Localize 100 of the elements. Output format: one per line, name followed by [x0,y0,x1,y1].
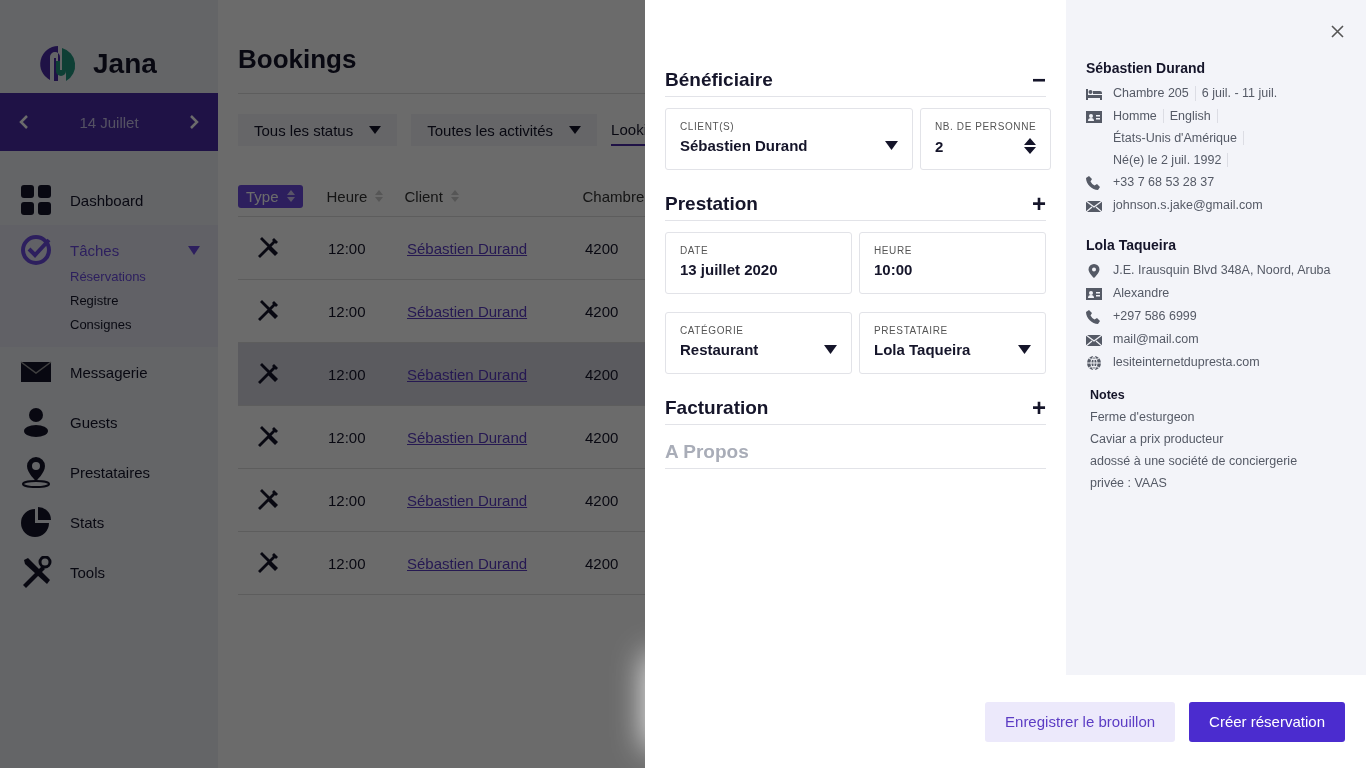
time-cell-text: 12:00 [328,239,367,257]
time-cell-text: 12:00 [328,491,367,509]
time-cell-text: 12:00 [328,302,367,320]
close-icon[interactable] [1331,25,1344,38]
contact-detail: mail@mail.com [1113,332,1199,347]
nav-item[interactable]: Stats [0,497,218,547]
utensils-icon [256,300,278,322]
toggle-icon[interactable]: + [1032,190,1046,218]
field-label: DATE [680,245,710,256]
client-link[interactable]: Sébastien Durand [407,554,528,572]
caret-down-icon [569,126,582,134]
note-line: Ferme d'esturgeon [1090,410,1196,424]
client-link[interactable]: Sébastien Durand [407,491,528,509]
id-card-icon [1086,110,1102,124]
envelope-icon [1086,199,1102,213]
field-value: Lola Taqueira [874,341,971,358]
stepper-icon[interactable] [1024,137,1037,155]
dropdown-field[interactable]: PRESTATAIRE Lola Taqueira [859,312,1046,374]
nav-item[interactable]: Tools [0,547,218,597]
dropdown-field[interactable]: CLIENT(S) Sébastien Durand [665,108,913,170]
section-header[interactable]: Prestation + [665,188,1046,221]
nav-item[interactable]: Prestataires [0,447,218,497]
time-cell-text: 12:00 [328,365,367,383]
column-header[interactable]: Chambre [582,187,645,205]
room-cell: 4200 [585,365,619,383]
contact-detail: Né(e) le 2 juil. 1992 [1113,153,1229,167]
current-date: 14 Juillet [79,113,139,131]
section-title: A Propos [665,441,749,463]
utensils-icon [256,237,278,259]
check-circle-icon [20,234,52,266]
field-value: Sébastien Durand [680,137,808,154]
contact-detail: Chambre 205 [1113,86,1196,101]
room-cell: 4200 [585,302,619,320]
nav-subitem[interactable]: Registre [70,289,218,313]
time-cell-text: 12:00 [328,428,367,446]
nav-item[interactable]: Messagerie [0,347,218,397]
dashboard-icon [20,184,52,216]
toggle-icon[interactable]: + [1032,394,1046,422]
field-value: 10:00 [874,261,913,278]
map-pin-icon [1086,264,1102,278]
contact-detail: États-Unis d'Amérique [1113,131,1244,145]
nav-item[interactable]: Guests [0,397,218,447]
field-label: NB. DE PERSONNE [935,121,1037,132]
save-draft-button[interactable]: Enregistrer le brouillon [985,701,1176,742]
field-value: 13 juillet 2020 [680,261,778,278]
chevron-right-icon[interactable] [189,115,199,129]
filter-dropdown[interactable]: Tous les status [238,114,398,146]
create-button[interactable]: Créer réservation [1189,701,1345,742]
sort-icon [286,189,295,203]
column-header[interactable]: Client [404,187,583,205]
time-cell-text: 12:00 [328,554,367,572]
map-pin-icon [20,456,52,488]
client-link[interactable]: Sébastien Durand [407,302,528,320]
field-label: CATÉGORIE [680,325,745,336]
field-label: HEURE [874,245,913,256]
chevron-left-icon[interactable] [19,115,29,129]
field-value: Restaurant [680,341,759,358]
dropdown-field[interactable]: CATÉGORIE Restaurant [665,312,852,374]
phone-icon [1086,310,1102,324]
input-field[interactable]: DATE 13 juillet 2020 [665,232,852,294]
nav-subitem[interactable]: Réservations [70,265,218,289]
room-cell: 4200 [585,491,619,509]
client-link[interactable]: Sébastien Durand [407,428,528,446]
section-title: Facturation [665,397,769,419]
utensils-icon [256,426,278,448]
section-header[interactable]: Facturation + [665,392,1046,425]
field-label: PRESTATAIRE [874,325,949,336]
contact-detail: Homme [1113,109,1164,123]
filter-dropdown[interactable]: Toutes les activités [411,114,598,146]
caret-down-icon [824,345,837,354]
client-link[interactable]: Sébastien Durand [407,365,528,383]
section-title: Bénéficiaire [665,69,773,91]
contact-detail: lesiteinternetdupresta.com [1113,355,1260,370]
notes-title: Notes [1090,388,1126,402]
contact-detail: +33 7 68 53 28 37 [1113,175,1215,190]
globe-icon [1086,356,1102,370]
room-cell: 4200 [585,428,619,446]
section-header[interactable]: Bénéficiaire − [665,64,1046,97]
nav-subitem[interactable]: Consignes [70,313,218,337]
note-line: privée : VAAS [1090,476,1168,490]
nav-item[interactable]: Dashboard [0,175,218,225]
id-card-icon [1086,287,1102,301]
number-field[interactable]: NB. DE PERSONNE 2 [920,108,1052,170]
contact-detail: johnson.s.jake@gmail.com [1113,198,1263,213]
client-link[interactable]: Sébastien Durand [407,239,528,257]
note-line: adossé à une société de conciergerie [1090,454,1299,468]
field-label: CLIENT(S) [680,121,736,132]
utensils-icon [256,489,278,511]
column-header[interactable]: Type [238,184,303,208]
brand-name: Jana [93,47,157,80]
contact-detail: Alexandre [1113,286,1170,301]
contact-name: Sébastien Durand [1086,60,1207,76]
input-field[interactable]: HEURE 10:00 [859,232,1046,294]
room-cell: 4200 [585,239,619,257]
column-header[interactable]: Heure [326,187,405,205]
caret-down-icon [1018,345,1031,354]
envelope-icon [1086,333,1102,347]
toggle-icon[interactable]: − [1032,66,1046,94]
contact-detail: J.E. Irausquin Blvd 348A, Noord, Aruba [1113,263,1331,278]
contact-name: Lola Taqueira [1086,237,1177,253]
